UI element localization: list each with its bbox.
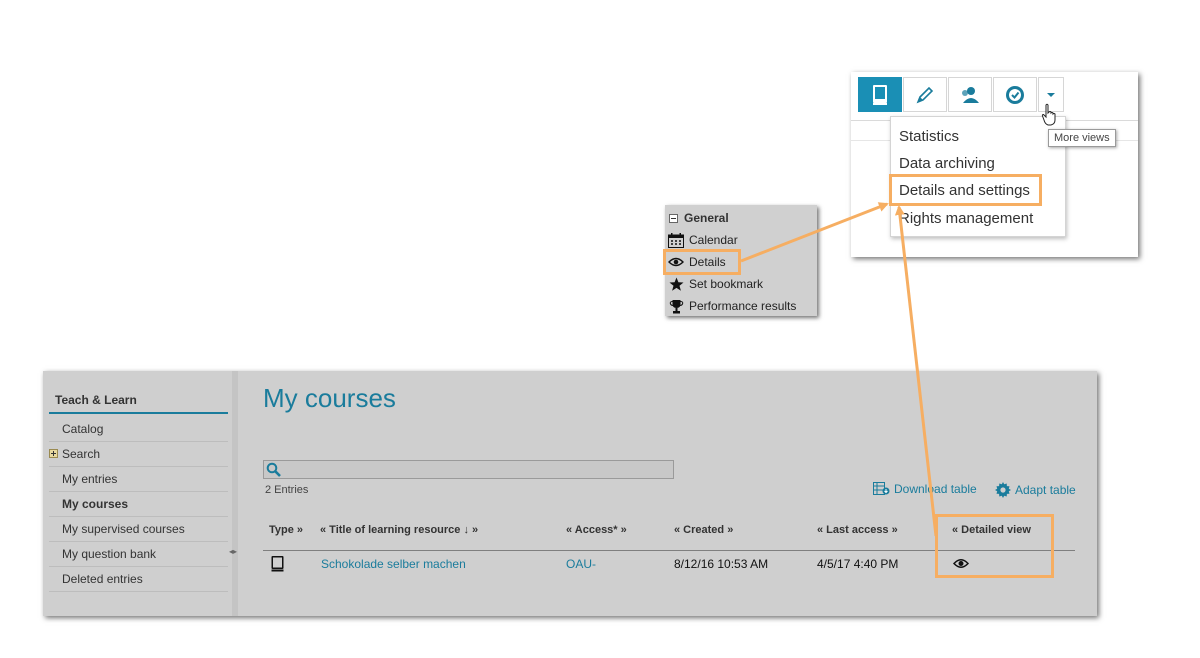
context-menu-header: General xyxy=(684,211,729,225)
highlight-detailed-view xyxy=(935,514,1054,578)
sidebar-divider xyxy=(49,566,228,567)
sidebar-divider xyxy=(49,491,228,492)
badge-check-icon xyxy=(1006,85,1024,104)
hand-cursor-icon xyxy=(1041,103,1056,126)
gear-icon xyxy=(995,482,1011,498)
collapse-icon[interactable] xyxy=(669,214,678,223)
trophy-icon xyxy=(668,298,684,314)
highlight-details xyxy=(663,249,741,275)
sidebar-divider xyxy=(49,441,228,442)
sidebar-splitter[interactable]: ◂▸ xyxy=(229,371,238,616)
sidebar-title: Teach & Learn xyxy=(55,393,137,407)
course-toolbar-panel: Statistics Data archiving Details and se… xyxy=(851,72,1138,257)
caret-down-icon xyxy=(1047,92,1055,97)
book-icon xyxy=(271,556,284,572)
search-icon xyxy=(266,462,281,477)
menu-item-rights-management[interactable]: Rights management xyxy=(899,210,1033,227)
sidebar-divider xyxy=(49,541,228,542)
column-header-access[interactable]: « Access* » xyxy=(566,524,627,536)
column-header-type[interactable]: Type » xyxy=(269,524,303,536)
sidebar-item-my-supervised-courses[interactable]: My supervised courses xyxy=(62,522,185,536)
expand-icon[interactable] xyxy=(49,449,58,458)
row-created: 8/12/16 10:53 AM xyxy=(674,557,769,571)
menu-item-statistics[interactable]: Statistics xyxy=(899,128,959,145)
adapt-table-button[interactable]: Adapt table xyxy=(995,482,1076,498)
sidebar-item-my-question-bank[interactable]: My question bank xyxy=(62,547,156,561)
more-views-tooltip: More views xyxy=(1048,129,1116,147)
entries-count: 2 Entries xyxy=(265,484,309,496)
sidebar-title-underline xyxy=(49,412,228,414)
book-icon xyxy=(873,84,887,105)
pencil-icon xyxy=(916,86,934,103)
sidebar-divider xyxy=(49,466,228,467)
sidebar-divider xyxy=(49,516,228,517)
search-input[interactable] xyxy=(263,460,674,479)
column-header-created[interactable]: « Created » xyxy=(674,524,733,536)
my-courses-screen: Teach & Learn Catalog Search My entries … xyxy=(43,371,1097,616)
column-header-last-access[interactable]: « Last access » xyxy=(817,524,898,536)
row-title-link[interactable]: Schokolade selber machen xyxy=(321,557,466,571)
download-table-button[interactable]: Download table xyxy=(873,482,977,496)
users-icon xyxy=(962,86,979,103)
sidebar-item-catalog[interactable]: Catalog xyxy=(62,422,103,436)
course-view-button[interactable] xyxy=(858,77,902,112)
sidebar: Teach & Learn Catalog Search My entries … xyxy=(43,371,237,616)
download-table-label: Download table xyxy=(894,482,977,496)
sidebar-item-search[interactable]: Search xyxy=(62,447,100,461)
assessment-button[interactable] xyxy=(993,77,1037,112)
adapt-table-label: Adapt table xyxy=(1015,483,1076,497)
context-item-calendar[interactable]: Calendar xyxy=(689,233,738,247)
download-table-icon xyxy=(873,482,890,495)
context-item-performance-results[interactable]: Performance results xyxy=(689,299,796,313)
menu-item-data-archiving[interactable]: Data archiving xyxy=(899,155,995,172)
calendar-icon xyxy=(668,232,684,248)
page-title: My courses xyxy=(263,383,396,413)
row-last-access: 4/5/17 4:40 PM xyxy=(817,557,899,571)
members-button[interactable] xyxy=(948,77,992,112)
sidebar-divider xyxy=(49,591,228,592)
column-header-title[interactable]: « Title of learning resource ↓ » xyxy=(320,524,478,536)
row-access: OAU- xyxy=(566,557,596,571)
sidebar-item-deleted-entries[interactable]: Deleted entries xyxy=(62,572,143,586)
highlight-details-and-settings xyxy=(889,174,1042,206)
star-icon xyxy=(668,276,684,292)
sidebar-item-my-courses[interactable]: My courses xyxy=(62,497,128,511)
sidebar-item-my-entries[interactable]: My entries xyxy=(62,472,117,486)
edit-button[interactable] xyxy=(903,77,947,112)
context-item-set-bookmark[interactable]: Set bookmark xyxy=(689,277,763,291)
splitter-grip-icon: ◂▸ xyxy=(229,547,238,556)
